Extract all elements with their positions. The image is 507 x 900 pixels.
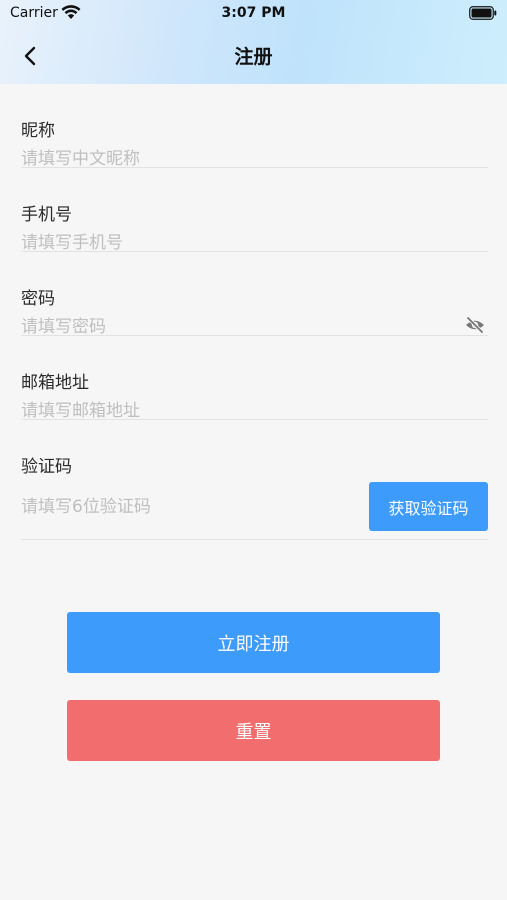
password-label: 密码 — [21, 289, 55, 309]
code-field-row: 验证码 获取验证码 — [21, 420, 488, 540]
password-field-row: 密码 — [21, 252, 488, 340]
code-input[interactable] — [21, 494, 341, 520]
status-bar: Carrier 3:07 PM — [0, 0, 507, 28]
battery-icon — [469, 6, 497, 20]
reset-button[interactable]: 重置 — [67, 700, 440, 761]
header: Carrier 3:07 PM 注册 — [0, 0, 507, 84]
get-code-button[interactable]: 获取验证码 — [369, 482, 488, 531]
phone-field-row: 手机号 — [21, 168, 488, 256]
nickname-field-row: 昵称 — [21, 84, 488, 172]
eye-off-icon[interactable] — [465, 316, 485, 334]
register-form: 昵称 手机号 密码 邮箱地址 验证码 获取验证码 — [21, 84, 488, 540]
email-field-row: 邮箱地址 — [21, 336, 488, 424]
phone-label: 手机号 — [21, 205, 72, 225]
register-button[interactable]: 立即注册 — [67, 612, 440, 673]
page-title: 注册 — [234, 46, 273, 68]
code-label: 验证码 — [21, 457, 72, 477]
nav-bar: 注册 — [0, 28, 507, 84]
status-time: 3:07 PM — [221, 5, 286, 21]
nickname-label: 昵称 — [21, 121, 55, 141]
email-label: 邮箱地址 — [21, 373, 89, 393]
